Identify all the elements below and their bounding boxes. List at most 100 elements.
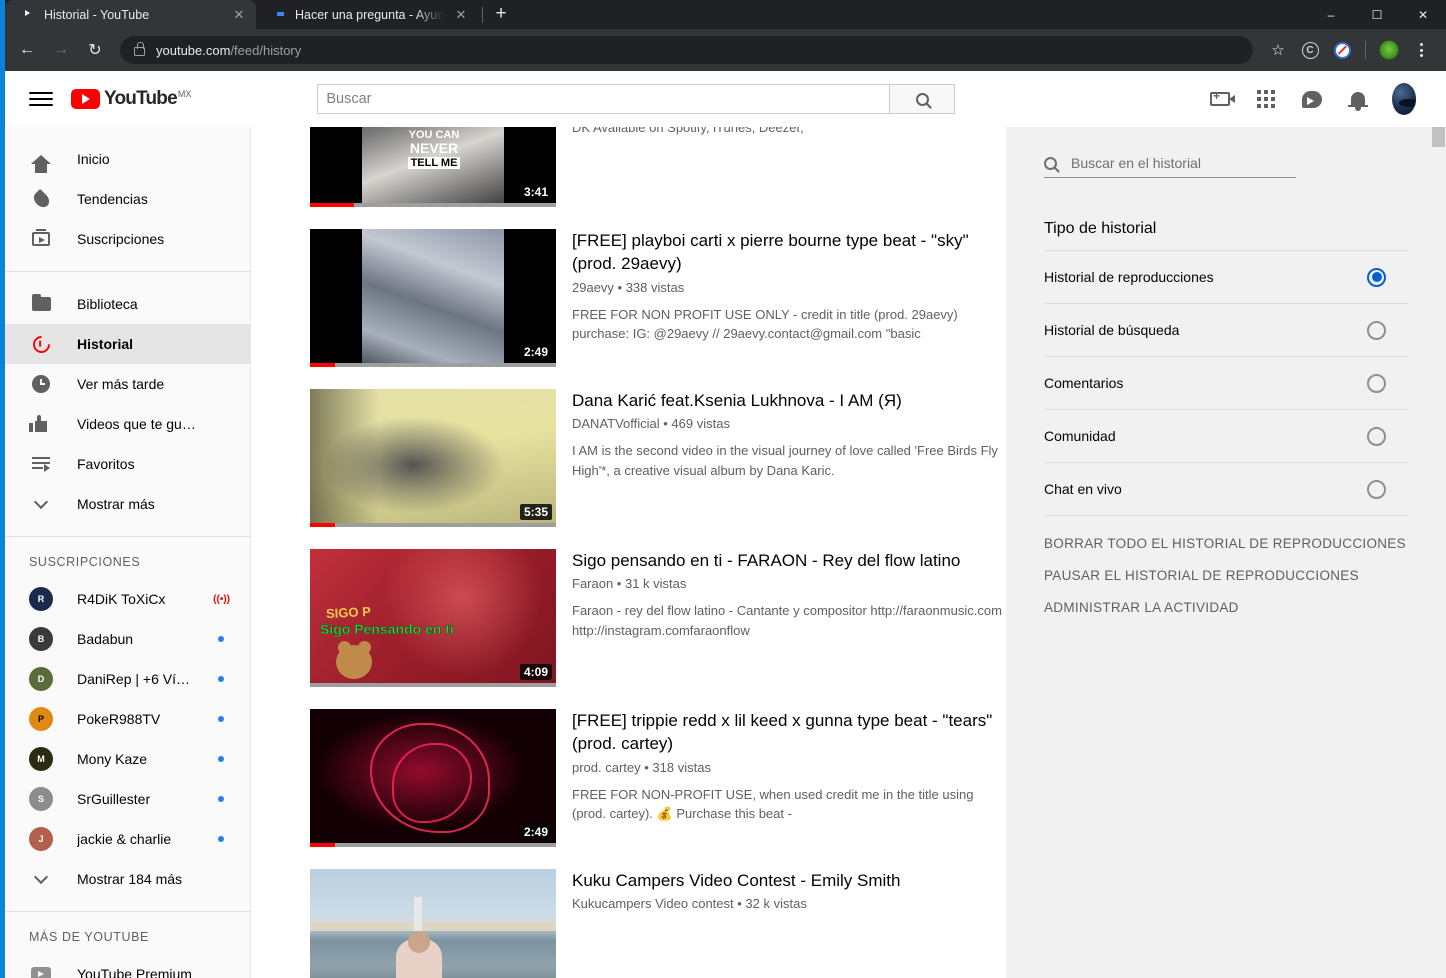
sidebar-item-youtube-premium[interactable]: YouTube Premium xyxy=(5,954,250,978)
close-icon[interactable]: ✕ xyxy=(453,7,469,23)
search-button[interactable] xyxy=(890,84,956,114)
video-description: I AM is the second video in the visual j… xyxy=(572,443,998,478)
video-meta: prod. cartey • 318 vistas xyxy=(572,759,711,775)
maximize-icon[interactable]: ☐ xyxy=(1354,0,1400,29)
messages-icon[interactable] xyxy=(1300,87,1324,111)
browser-tab-inactive[interactable]: Hacer una pregunta - Ayuda de G ✕ xyxy=(256,0,478,29)
channel-avatar: B xyxy=(29,627,53,651)
forward-icon[interactable]: → xyxy=(46,35,76,65)
video-list-item[interactable]: YOU CANNEVERTELL ME 3:41 Will & Wav • 19… xyxy=(251,127,1006,229)
close-window-icon[interactable]: ✕ xyxy=(1400,0,1446,29)
radio-button[interactable] xyxy=(1367,373,1386,393)
sidebar-item-mostrar-mas[interactable]: Mostrar más xyxy=(5,484,250,524)
video-title[interactable]: [FREE] trippie redd x lil keed x gunna t… xyxy=(572,709,1006,756)
video-description: Faraon - rey del flow latino - Cantante … xyxy=(572,603,1002,638)
sidebar-item-biblioteca[interactable]: Biblioteca xyxy=(5,284,250,324)
sidebar-item-suscripciones[interactable]: Suscripciones xyxy=(5,219,250,259)
sidebar-item-tendencias[interactable]: Tendencias xyxy=(5,179,250,219)
sidebar-item-videos-que-te-gustan[interactable]: Videos que te gu… xyxy=(5,404,250,444)
hamburger-menu-icon[interactable] xyxy=(29,87,53,111)
extension-c-icon[interactable]: C xyxy=(1295,35,1325,65)
page-scrollbar[interactable] xyxy=(1431,71,1446,922)
trending-fire-icon xyxy=(29,187,53,211)
new-tab-button[interactable]: + xyxy=(487,0,515,28)
search-input[interactable]: Buscar xyxy=(317,84,891,114)
history-search-input[interactable]: Buscar en el historial xyxy=(1044,155,1296,178)
close-icon[interactable]: ✕ xyxy=(231,7,247,23)
youtube-apps-icon[interactable] xyxy=(1254,87,1278,111)
sidebar-primary-section: Inicio Tendencias Suscripciones xyxy=(5,127,250,271)
lock-icon xyxy=(134,41,145,56)
search-container: Buscar xyxy=(317,84,956,114)
address-bar[interactable]: youtube.com/feed/history xyxy=(120,36,1253,64)
video-info: [FREE] playboi carti x pierre bourne typ… xyxy=(556,229,1006,367)
url-text: youtube.com/feed/history xyxy=(156,43,301,58)
history-type-option-comentarios[interactable]: Comentarios xyxy=(1044,356,1408,409)
video-thumbnail-wrap[interactable]: SIGO P Sigo Pensando en ti 4:09 xyxy=(310,549,556,687)
history-type-option-chat-en-vivo[interactable]: Chat en vivo xyxy=(1044,462,1408,515)
option-label: Comentarios xyxy=(1044,375,1124,391)
sidebar-item-ver-mas-tarde[interactable]: Ver más tarde xyxy=(5,364,250,404)
sidebar-item-favoritos[interactable]: Favoritos xyxy=(5,444,250,484)
star-icon[interactable]: ☆ xyxy=(1263,35,1293,65)
video-thumbnail-wrap[interactable]: 2:49 xyxy=(310,229,556,367)
search-placeholder: Buscar xyxy=(326,91,372,107)
video-title[interactable]: Sigo pensando en ti - FARAON - Rey del f… xyxy=(572,549,1006,572)
chrome-menu-icon[interactable] xyxy=(1406,35,1436,65)
toolbar-divider xyxy=(1365,41,1366,59)
browser-tab-active[interactable]: Historial - YouTube ✕ xyxy=(5,0,256,29)
notifications-icon[interactable] xyxy=(1346,87,1370,111)
clear-all-history-link[interactable]: BORRAR TODO EL HISTORIAL DE REPRODUCCION… xyxy=(1044,536,1408,551)
video-thumbnail-wrap[interactable]: YOU CAN NEVER TELL ME 3:41 xyxy=(310,127,556,207)
account-avatar[interactable] xyxy=(1392,83,1416,115)
history-type-option-comunidad[interactable]: Comunidad xyxy=(1044,409,1408,462)
back-icon[interactable]: ← xyxy=(12,35,42,65)
pause-history-link[interactable]: PAUSAR EL HISTORIAL DE REPRODUCCIONES xyxy=(1044,568,1408,583)
sidebar-subscription-item[interactable]: J jackie & charlie xyxy=(5,819,250,859)
channel-name: PokeR988TV xyxy=(77,711,161,727)
history-type-option-reproducciones[interactable]: Historial de reproducciones xyxy=(1044,250,1408,303)
video-list-item[interactable]: 2:49 [FREE] playboi carti x pierre bourn… xyxy=(251,229,1006,389)
sidebar-subscription-item[interactable]: D DaniRep | +6 Ví… xyxy=(5,659,250,699)
library-folder-icon xyxy=(29,292,53,316)
adblock-icon[interactable] xyxy=(1327,35,1357,65)
youtube-logo[interactable]: YouTube MX xyxy=(71,89,191,109)
sidebar-subscription-item[interactable]: M Mony Kaze xyxy=(5,739,250,779)
sidebar-subscription-item[interactable]: S SrGuillester xyxy=(5,779,250,819)
search-icon xyxy=(1044,156,1057,170)
video-title[interactable]: Kuku Campers Video Contest - Emily Smith xyxy=(572,869,1006,892)
video-thumbnail-wrap[interactable] xyxy=(310,869,556,978)
more-from-youtube-header: MÁS DE YOUTUBE xyxy=(29,930,149,944)
sidebar-subscription-item[interactable]: R R4DiK ToXiCx ((•)) xyxy=(5,579,250,619)
sidebar-subscription-item[interactable]: P PokeR988TV xyxy=(5,699,250,739)
sidebar-show-more-subscriptions[interactable]: Mostrar 184 más xyxy=(5,859,250,899)
video-title[interactable]: Dana Karić feat.Ksenia Lukhnova - I AM (… xyxy=(572,389,1006,412)
radio-button[interactable] xyxy=(1367,267,1386,287)
sidebar-subscription-item[interactable]: B Badabun xyxy=(5,619,250,659)
radio-button[interactable] xyxy=(1367,320,1386,340)
video-list-item[interactable]: 5:35 Dana Karić feat.Ksenia Lukhnova - I… xyxy=(251,389,1006,549)
radio-button[interactable] xyxy=(1367,479,1386,499)
minimize-icon[interactable]: – xyxy=(1308,0,1354,29)
video-title[interactable]: [FREE] playboi carti x pierre bourne typ… xyxy=(572,229,1006,276)
video-info: Dana Karić feat.Ksenia Lukhnova - I AM (… xyxy=(556,389,1006,527)
sidebar-item-historial[interactable]: Historial xyxy=(5,324,250,364)
video-list-item[interactable]: Kuku Campers Video Contest - Emily Smith… xyxy=(251,869,1006,978)
video-info: Will & Wav • 19 vistas The ultimate 80s … xyxy=(556,127,1006,207)
channel-avatar: S xyxy=(29,787,53,811)
video-list-item[interactable]: 2:49 [FREE] trippie redd x lil keed x gu… xyxy=(251,709,1006,869)
channel-avatar: D xyxy=(29,667,53,691)
video-thumbnail-wrap[interactable]: 5:35 xyxy=(310,389,556,527)
reload-icon[interactable]: ↻ xyxy=(80,35,110,65)
create-video-icon[interactable] xyxy=(1208,87,1235,111)
manage-activity-link[interactable]: ADMINISTRAR LA ACTIVIDAD xyxy=(1044,600,1408,615)
video-thumbnail-wrap[interactable]: 2:49 xyxy=(310,709,556,847)
sidebar-item-label: Ver más tarde xyxy=(77,376,165,392)
left-sidebar: Inicio Tendencias Suscripciones Bibliote… xyxy=(5,127,251,978)
watch-progress-bar xyxy=(310,203,556,207)
history-type-option-busqueda[interactable]: Historial de búsqueda xyxy=(1044,303,1408,356)
video-list-item[interactable]: SIGO P Sigo Pensando en ti 4:09 Sigo pen… xyxy=(251,549,1006,709)
radio-button[interactable] xyxy=(1367,426,1386,446)
profile-green-icon[interactable] xyxy=(1374,35,1404,65)
sidebar-item-inicio[interactable]: Inicio xyxy=(5,139,250,179)
